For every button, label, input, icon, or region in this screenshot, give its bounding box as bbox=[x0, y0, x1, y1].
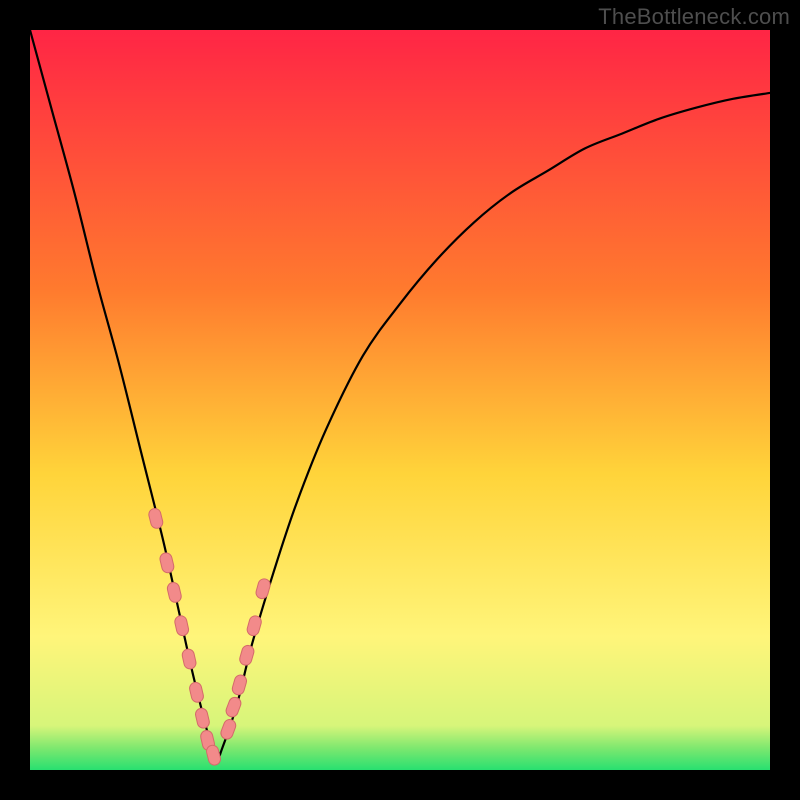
outer-frame: TheBottleneck.com bbox=[0, 0, 800, 800]
chart-svg bbox=[30, 30, 770, 770]
gradient-background bbox=[30, 30, 770, 770]
watermark-text: TheBottleneck.com bbox=[598, 4, 790, 30]
plot-area bbox=[30, 30, 770, 770]
